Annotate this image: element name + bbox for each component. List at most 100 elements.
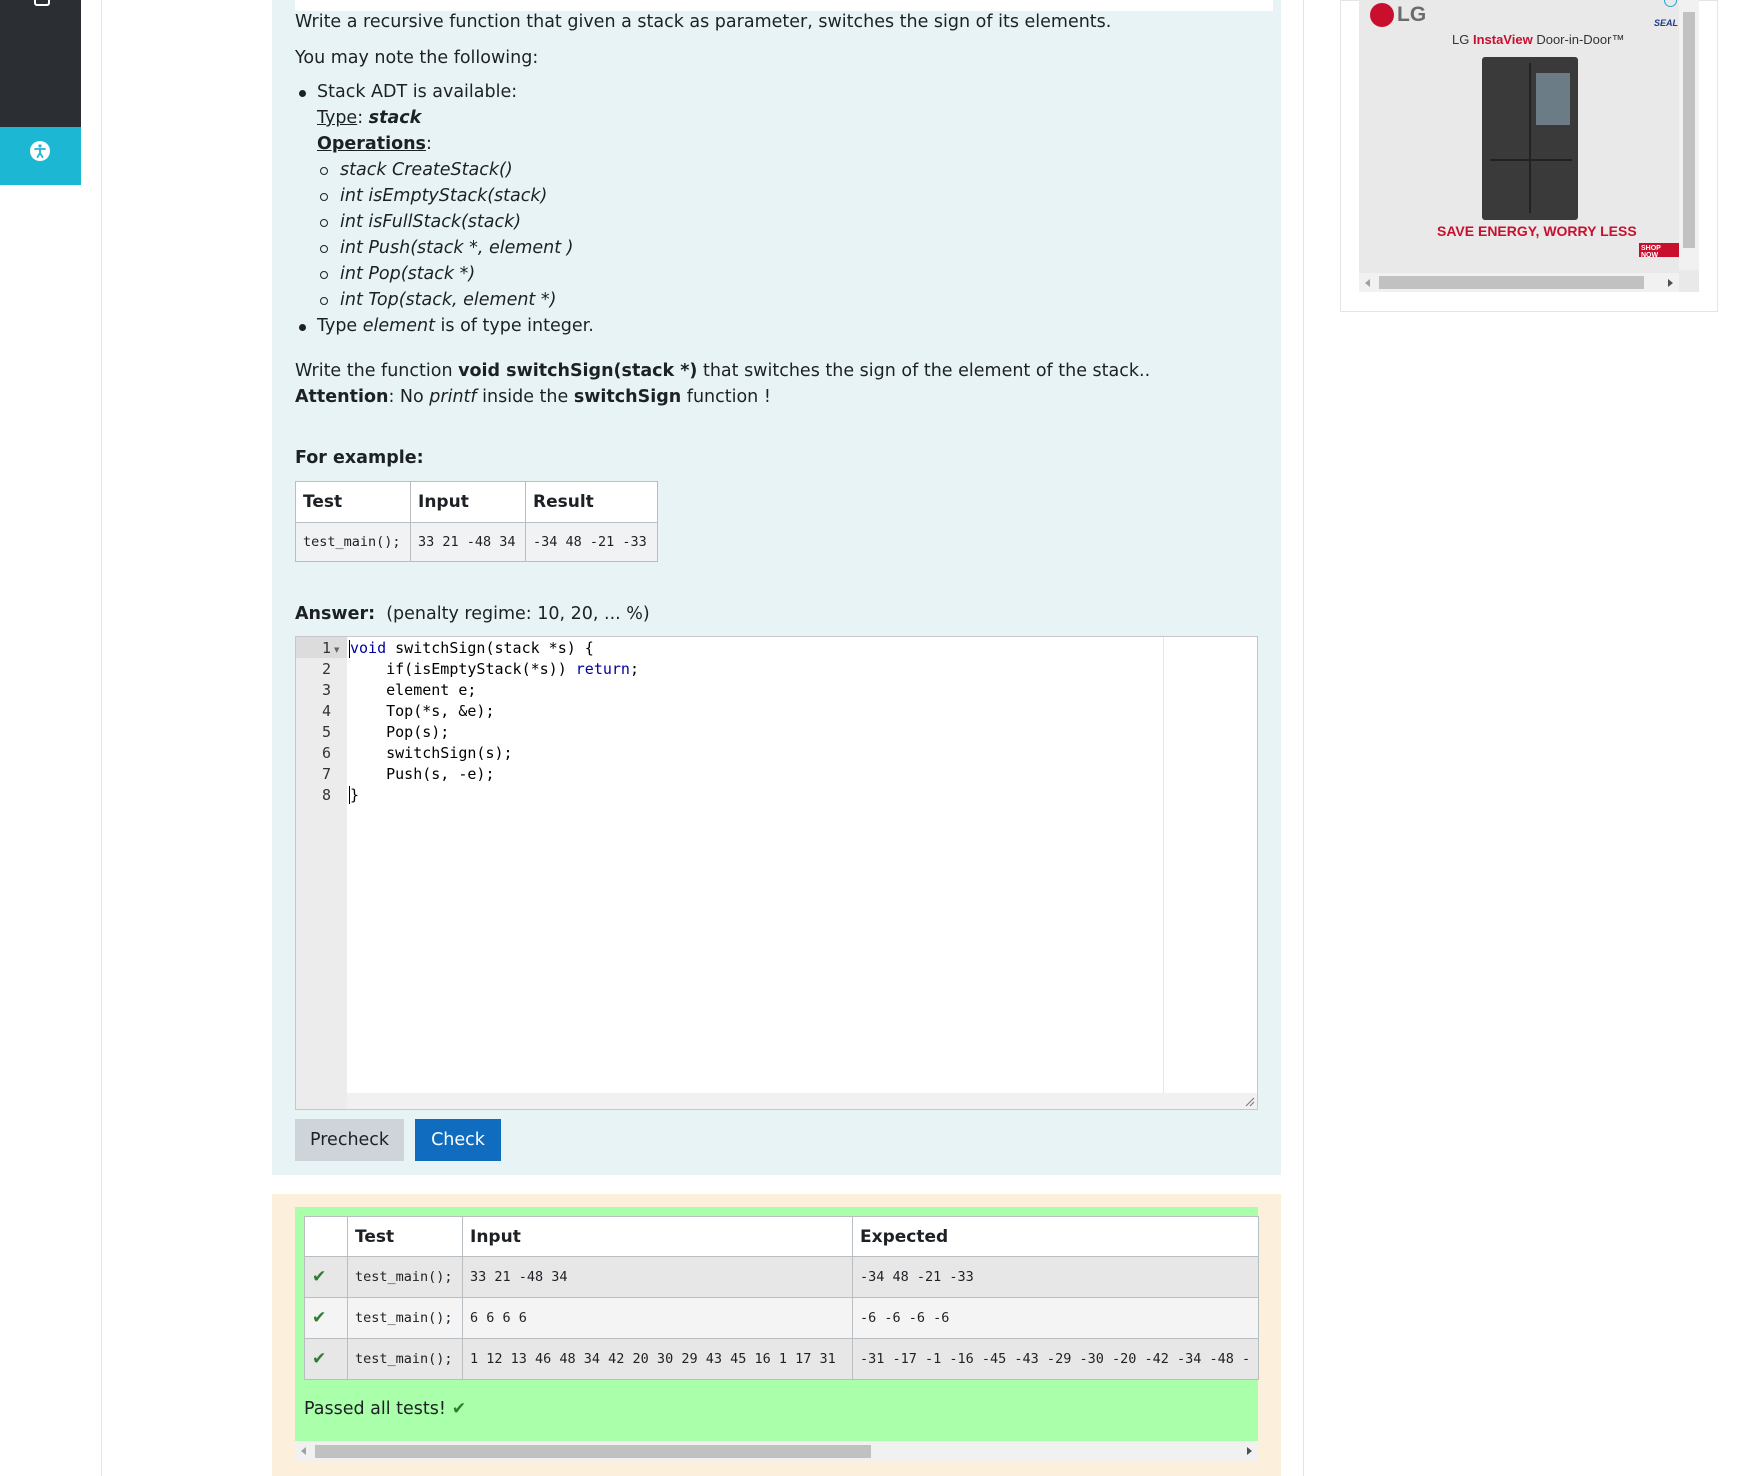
code-line-2: if(isEmptyStack(*s)) return; <box>350 660 639 678</box>
code-line-8: } <box>350 786 360 804</box>
example-header-input: Input <box>410 481 526 523</box>
lg-logo-icon <box>1370 3 1394 27</box>
table-row: test_main(); 33 21 -48 34 -34 48 -21 -33 <box>295 522 658 562</box>
ad-vertical-scrollbar[interactable] <box>1679 0 1699 270</box>
type-value: stack <box>368 108 422 128</box>
left-drawer-nav <box>0 0 81 127</box>
scroll-right-icon[interactable] <box>1668 279 1673 287</box>
example-header-result: Result <box>525 481 658 523</box>
example-cell-input: 33 21 -48 34 <box>410 522 526 562</box>
refrigerator-image <box>1482 57 1578 220</box>
ad-info-icon[interactable] <box>1664 0 1677 7</box>
result-cell-expected: -6 -6 -6 -6 <box>852 1297 1259 1339</box>
code-line-5: Pop(s); <box>350 723 450 741</box>
result-cell-input: 33 21 -48 34 <box>462 1256 853 1298</box>
table-row: ✔ test_main(); 6 6 6 6 -6 -6 -6 -6 <box>304 1297 1259 1339</box>
sub-bullet <box>320 245 328 253</box>
line-number: 4 <box>321 702 331 720</box>
code-line-1: void switchSign(stack *s) { <box>350 639 594 657</box>
sub-bullet <box>320 219 328 227</box>
scroll-thumb[interactable] <box>1683 12 1695 248</box>
results-horizontal-scrollbar[interactable] <box>295 1441 1258 1461</box>
result-cell-test: test_main(); <box>347 1338 463 1380</box>
example-cell-result: -34 48 -21 -33 <box>525 522 658 562</box>
line-number: 8 <box>321 786 331 804</box>
scroll-thumb[interactable] <box>1379 276 1644 289</box>
sub-bullet <box>320 297 328 305</box>
example-header-test: Test <box>295 481 411 523</box>
operation-item: int isEmptyStack(stack) <box>340 186 548 206</box>
example-table: Test Input Result test_main(); 33 21 -48… <box>295 481 658 562</box>
operations-line: Operations: <box>317 134 432 154</box>
operation-item: int Pop(stack *) <box>340 264 476 284</box>
shop-now-button[interactable]: SHOP NOW <box>1639 243 1679 259</box>
results-header-status <box>304 1216 348 1257</box>
result-cell-expected: -34 48 -21 -33 <box>852 1256 1259 1298</box>
text-cursor <box>349 786 350 804</box>
result-cell-input: 1 12 13 46 48 34 42 20 30 29 43 45 16 1 … <box>462 1338 853 1380</box>
type-label: Type <box>317 108 358 128</box>
operation-item: stack CreateStack() <box>340 160 513 180</box>
code-line-4: Top(*s, &e); <box>350 702 495 720</box>
sub-bullet <box>320 167 328 175</box>
note-lead: You may note the following: <box>295 48 539 68</box>
fold-arrow-icon[interactable]: ▼ <box>334 646 339 654</box>
scroll-left-icon[interactable] <box>1365 279 1370 287</box>
status-cell: ✔ <box>304 1297 348 1339</box>
bullet-dot <box>299 90 306 97</box>
example-table-header: Test Input Result <box>295 481 658 523</box>
write-function-line: Write the function void switchSign(stack… <box>295 361 1151 381</box>
check-button[interactable]: Check <box>415 1119 501 1161</box>
sub-bullet <box>320 271 328 279</box>
course-index-icon[interactable] <box>34 0 50 6</box>
results-header-expected: Expected <box>852 1216 1259 1257</box>
question-intro: Write a recursive function that given a … <box>295 12 1112 32</box>
ad-horizontal-scrollbar[interactable] <box>1359 273 1679 292</box>
type-line: Type: stack <box>317 108 422 128</box>
resize-handle-icon[interactable] <box>1245 1097 1255 1107</box>
scroll-right-icon[interactable] <box>1247 1447 1252 1455</box>
checkmark-icon: ✔ <box>312 1308 327 1328</box>
scroll-left-icon[interactable] <box>301 1447 306 1455</box>
result-cell-test: test_main(); <box>347 1256 463 1298</box>
print-margin <box>1163 637 1164 1093</box>
question-header-strip <box>295 0 1273 11</box>
attention-line: Attention: No printf inside the switchSi… <box>295 387 771 407</box>
operation-item: int isFullStack(stack) <box>340 212 522 232</box>
passed-all-tests: Passed all tests! ✔ <box>304 1399 467 1419</box>
scroll-thumb[interactable] <box>315 1445 871 1458</box>
answer-line: Answer: (penalty regime: 10, 20, ... %) <box>295 604 650 624</box>
code-line-3: element e; <box>350 681 477 699</box>
code-editor[interactable]: 1 ▼ 2 3 4 5 6 7 8 void switchSign(stack … <box>295 636 1258 1110</box>
code-line-7: Push(s, -e); <box>350 765 495 783</box>
sub-bullet <box>320 193 328 201</box>
checkmark-icon: ✔ <box>312 1349 327 1369</box>
accessibility-icon <box>30 141 50 161</box>
result-cell-input: 6 6 6 6 <box>462 1297 853 1339</box>
advertisement[interactable]: LG LG InstaView Door-in-Door™ SAVE ENERG… <box>1359 0 1699 292</box>
results-table: Test Input Expected ✔ test_main(); 33 21… <box>304 1216 1259 1380</box>
text-cursor <box>349 640 350 658</box>
checkmark-icon: ✔ <box>312 1267 327 1287</box>
precheck-button[interactable]: Precheck <box>295 1119 404 1161</box>
penalty-regime: (penalty regime: 10, 20, ... %) <box>386 604 650 624</box>
ad-seal: SEAL <box>1654 18 1679 28</box>
code-line-6: switchSign(s); <box>350 744 513 762</box>
line-number: 5 <box>321 723 331 741</box>
results-header-test: Test <box>347 1216 463 1257</box>
results-table-header: Test Input Expected <box>304 1216 1259 1257</box>
bullet-dot <box>299 324 306 331</box>
line-number: 2 <box>321 660 331 678</box>
answer-label: Answer: <box>295 604 376 624</box>
page-divider-left <box>101 0 102 1476</box>
result-cell-test: test_main(); <box>347 1297 463 1339</box>
example-title: For example: <box>295 448 424 468</box>
status-cell: ✔ <box>304 1338 348 1380</box>
table-row: ✔ test_main(); 33 21 -48 34 -34 48 -21 -… <box>304 1256 1259 1298</box>
line-number: 7 <box>321 765 331 783</box>
table-row: ✔ test_main(); 1 12 13 46 48 34 42 20 30… <box>304 1338 1259 1380</box>
example-cell-test: test_main(); <box>295 522 411 562</box>
result-cell-expected: -31 -17 -1 -16 -45 -43 -29 -30 -20 -42 -… <box>852 1338 1259 1380</box>
operation-item: int Top(stack, element *) <box>340 290 557 310</box>
ad-brand: LG <box>1397 3 1427 26</box>
